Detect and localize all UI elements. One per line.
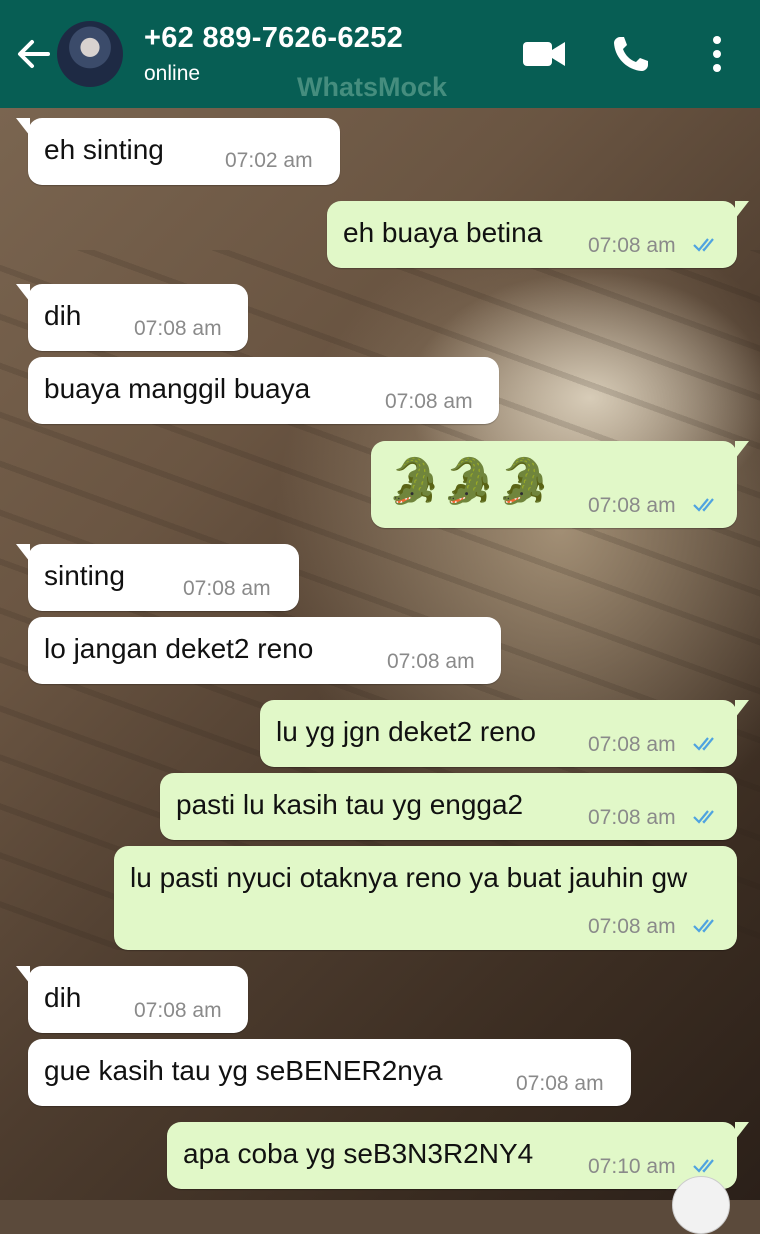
- message-text: lu yg jgn deket2 reno: [276, 716, 536, 747]
- read-ticks-icon: [693, 737, 714, 751]
- read-ticks-icon: [693, 810, 714, 824]
- message-time: 07:08 am: [588, 733, 676, 756]
- message-time: 07:08 am: [385, 390, 473, 413]
- message-text: dih: [44, 300, 82, 331]
- bubble-tail: [16, 118, 30, 136]
- message-time: 07:08 am: [387, 650, 475, 673]
- contact-avatar[interactable]: [57, 21, 123, 87]
- contact-status: online: [144, 62, 201, 85]
- message-time: 07:08 am: [588, 494, 676, 517]
- chat-header: +62 889-7626-6252 online WhatsMock: [0, 0, 760, 108]
- bubble-tail: [16, 966, 30, 984]
- voice-call-button[interactable]: [607, 30, 655, 78]
- message-bubble-incoming[interactable]: sinting 07:08 am: [16, 544, 299, 611]
- message-bubble-outgoing[interactable]: eh buaya betina 07:08 am: [327, 201, 749, 268]
- bubble-tail: [735, 441, 749, 459]
- message-time: 07:08 am: [588, 234, 676, 257]
- read-ticks-icon: [693, 1159, 714, 1173]
- message-bubble-incoming[interactable]: buaya manggil buaya 07:08 am: [28, 357, 499, 424]
- more-options-button[interactable]: [693, 30, 741, 78]
- crocodile-emoji-text: 🐊🐊🐊: [387, 457, 552, 506]
- contact-name[interactable]: +62 889-7626-6252: [144, 22, 403, 55]
- message-time: 07:08 am: [134, 317, 222, 340]
- message-text: gue kasih tau yg seBENER2nya: [44, 1055, 443, 1086]
- video-call-icon: [523, 42, 565, 66]
- back-button[interactable]: [14, 34, 54, 74]
- message-time: 07:08 am: [183, 577, 271, 600]
- message-text: lu pasti nyuci otaknya reno ya buat jauh…: [130, 862, 688, 893]
- message-time: 07:08 am: [588, 915, 676, 938]
- read-ticks-icon: [693, 238, 714, 252]
- message-text: buaya manggil buaya: [44, 373, 311, 404]
- message-bubble-outgoing[interactable]: apa coba yg seB3N3R2NY4 07:10 am: [167, 1122, 749, 1189]
- message-time: 07:02 am: [225, 149, 313, 172]
- bubble-tail: [735, 1122, 749, 1140]
- message-bubble-incoming[interactable]: gue kasih tau yg seBENER2nya 07:08 am: [28, 1039, 631, 1106]
- scroll-to-bottom-button[interactable]: [672, 1176, 730, 1234]
- message-bubble-incoming[interactable]: lo jangan deket2 reno 07:08 am: [28, 617, 501, 684]
- message-text: pasti lu kasih tau yg engga2: [176, 789, 524, 820]
- watermark-text: WhatsMock: [297, 72, 448, 102]
- message-bubble-outgoing[interactable]: 🐊🐊🐊 07:08 am: [371, 441, 749, 528]
- message-bubble-outgoing[interactable]: lu pasti nyuci otaknya reno ya buat jauh…: [114, 846, 737, 950]
- message-bubble-incoming[interactable]: eh sinting 07:02 am: [16, 118, 340, 185]
- read-ticks-icon: [693, 498, 714, 512]
- message-text: apa coba yg seB3N3R2NY4: [183, 1138, 534, 1169]
- message-text: lo jangan deket2 reno: [44, 633, 314, 664]
- message-time: 07:08 am: [516, 1072, 604, 1095]
- arrow-left-icon: [18, 40, 50, 68]
- bubble-tail: [16, 284, 30, 302]
- phone-icon: [614, 37, 648, 71]
- message-bubble-outgoing[interactable]: pasti lu kasih tau yg engga2 07:08 am: [160, 773, 737, 840]
- message-text: sinting: [44, 560, 125, 591]
- message-time: 07:08 am: [588, 806, 676, 829]
- message-bubble-incoming[interactable]: dih 07:08 am: [16, 966, 248, 1033]
- message-time: 07:10 am: [588, 1155, 676, 1178]
- message-text: eh buaya betina: [343, 217, 543, 248]
- bubble-tail: [16, 544, 30, 562]
- bubble-tail: [735, 700, 749, 718]
- message-text: eh sinting: [44, 134, 164, 165]
- bubble-tail: [735, 201, 749, 219]
- message-bubble-outgoing[interactable]: lu yg jgn deket2 reno 07:08 am: [260, 700, 749, 767]
- message-time: 07:08 am: [134, 999, 222, 1022]
- more-vertical-icon: [713, 36, 721, 72]
- message-bubble-incoming[interactable]: dih 07:08 am: [16, 284, 248, 351]
- message-text: dih: [44, 982, 82, 1013]
- read-ticks-icon: [693, 919, 714, 933]
- video-call-button[interactable]: [520, 30, 568, 78]
